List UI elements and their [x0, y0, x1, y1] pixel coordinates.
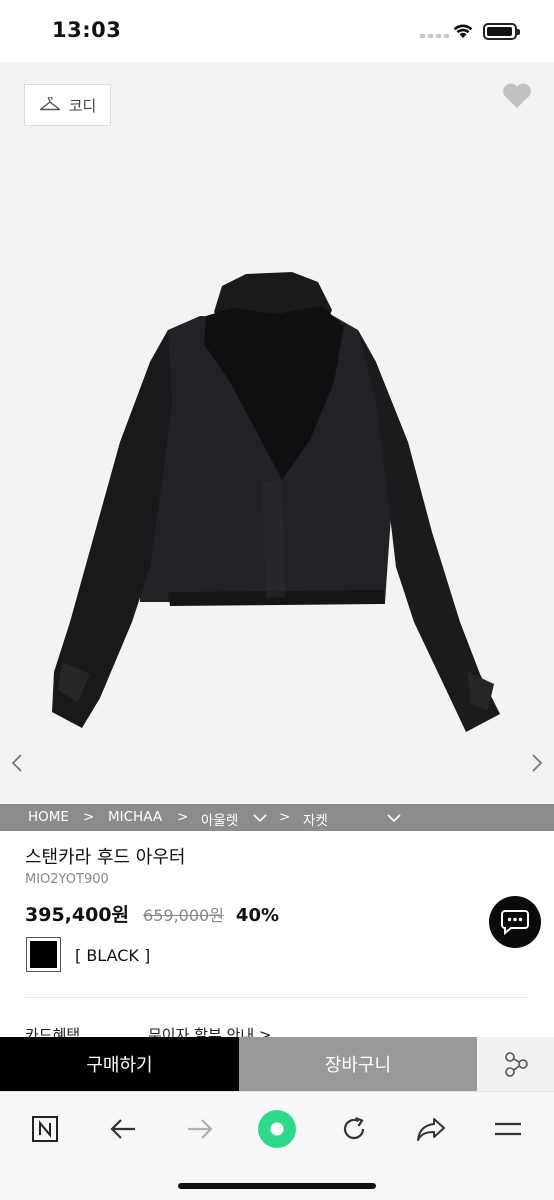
- share-page-button[interactable]: [411, 1109, 451, 1149]
- share-arrow-icon: [417, 1118, 445, 1141]
- signal-icon: [420, 34, 449, 38]
- reload-icon: [343, 1116, 365, 1140]
- product-photo: [52, 272, 500, 732]
- breadcrumb-brand[interactable]: MICHAA: [108, 809, 162, 825]
- product-name: 스탠카라 후드 아우터: [25, 847, 186, 868]
- chat-button[interactable]: [489, 896, 541, 948]
- original-price: 659,000원: [143, 906, 224, 925]
- wifi-icon: [453, 24, 473, 38]
- buy-button[interactable]: 구매하기: [0, 1037, 239, 1091]
- menu-button[interactable]: [488, 1109, 528, 1149]
- color-swatch-black[interactable]: [26, 937, 61, 972]
- codi-button[interactable]: 코디: [24, 84, 111, 126]
- breadcrumb-separator: >: [177, 809, 189, 825]
- back-button[interactable]: [103, 1109, 143, 1149]
- chat-icon: [501, 910, 529, 935]
- naver-home-button[interactable]: [25, 1109, 65, 1149]
- hanger-icon: [39, 97, 60, 111]
- share-icon: [504, 1052, 528, 1077]
- naver-n-icon: [32, 1116, 58, 1142]
- home-indicator: [178, 1183, 376, 1189]
- status-time: 13:03: [52, 18, 122, 42]
- product-code: MIO2YOT900: [25, 872, 109, 887]
- breadcrumb-separator: >: [279, 809, 291, 825]
- card-benefit-label: 카드혜택: [25, 1026, 81, 1038]
- forward-button[interactable]: [180, 1109, 220, 1149]
- product-image-area[interactable]: 코디: [0, 62, 554, 804]
- discount-rate: 40%: [235, 905, 280, 926]
- menu-icon: [495, 1122, 521, 1136]
- chevron-down-icon[interactable]: [386, 813, 402, 823]
- breadcrumb-category[interactable]: 아울렛: [201, 809, 238, 829]
- battery-icon: [483, 23, 520, 40]
- status-bar: 13:03: [0, 0, 554, 62]
- green-dot-button[interactable]: [257, 1109, 297, 1149]
- action-bar: 구매하기 장바구니: [0, 1037, 554, 1091]
- divider: [25, 997, 528, 998]
- chevron-right-icon[interactable]: [530, 752, 544, 774]
- price-row: 395,400원 659,000원 40%: [25, 900, 279, 927]
- share-button[interactable]: [477, 1037, 554, 1091]
- cart-button[interactable]: 장바구니: [239, 1037, 477, 1091]
- forward-arrow-icon: [188, 1119, 213, 1139]
- breadcrumb-separator: >: [83, 809, 95, 825]
- codi-label: 코디: [68, 96, 97, 115]
- installment-info-link[interactable]: 무이자 할부 안내 >: [148, 1024, 271, 1038]
- chevron-down-icon[interactable]: [252, 813, 268, 823]
- chevron-left-icon[interactable]: [10, 752, 24, 774]
- back-arrow-icon: [110, 1119, 135, 1139]
- breadcrumb-subcategory[interactable]: 자켓: [303, 809, 328, 829]
- breadcrumb-home[interactable]: HOME: [28, 809, 69, 825]
- green-dot-icon: [258, 1110, 296, 1148]
- reload-button[interactable]: [334, 1109, 374, 1149]
- breadcrumb: HOME > MICHAA > 아울렛 > 자켓: [0, 804, 554, 831]
- heart-icon[interactable]: [502, 82, 532, 109]
- sale-price: 395,400원: [25, 904, 130, 926]
- color-option-label: [ BLACK ]: [75, 946, 151, 965]
